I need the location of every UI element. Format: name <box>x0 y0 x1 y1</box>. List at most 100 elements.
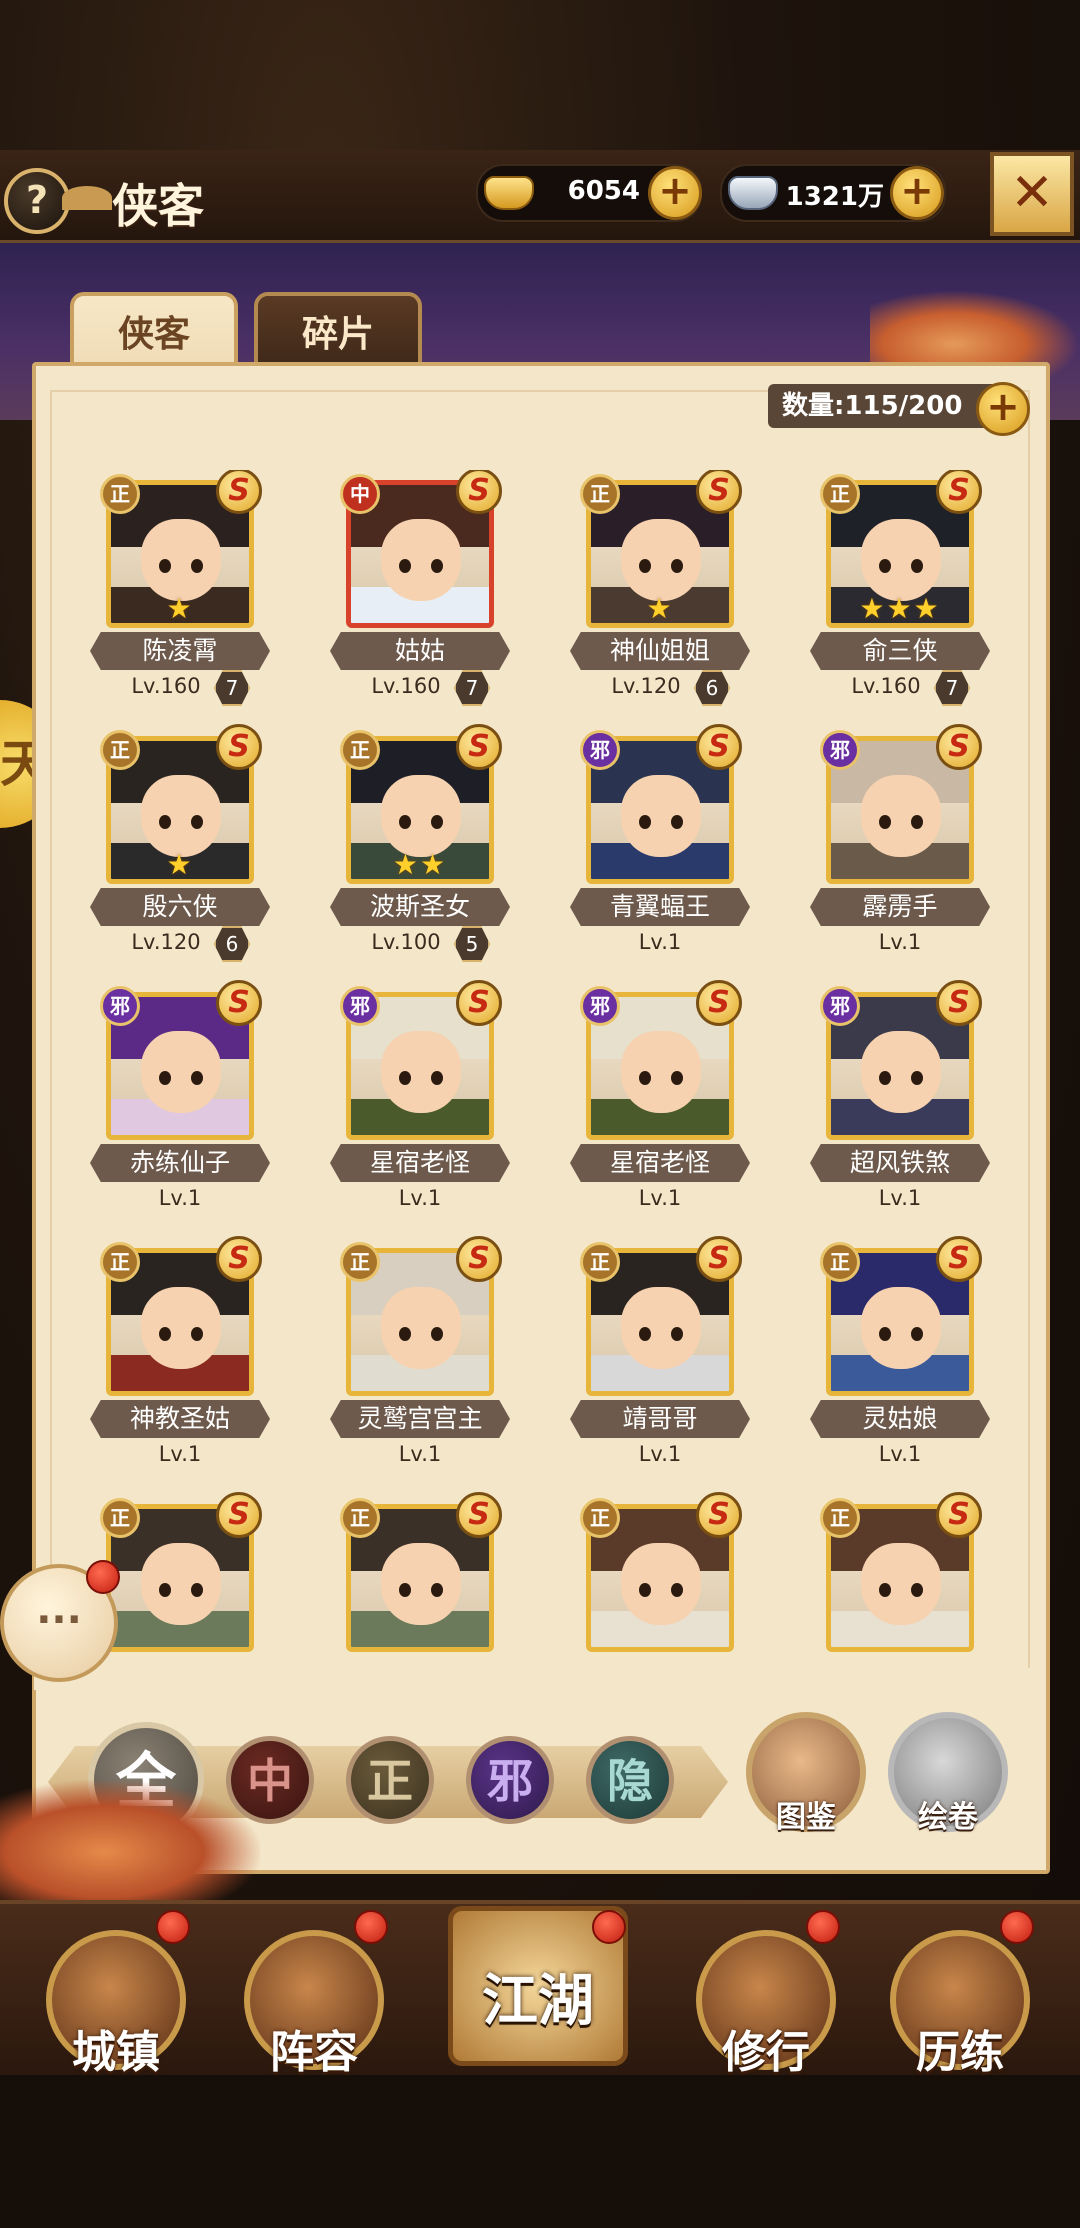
hero-eye <box>911 1583 923 1597</box>
hero-level: Lv.1 <box>878 930 922 954</box>
rank-s-icon: S <box>936 724 982 770</box>
hero-card[interactable]: 正 S 神教圣姑 Lv.1 <box>90 1236 270 1478</box>
hero-card[interactable]: 邪 S 霹雳手 Lv.1 <box>810 724 990 966</box>
nav-town-notification-dot <box>156 1910 190 1944</box>
hero-name: 霹雳手 <box>810 888 990 926</box>
hero-eye <box>671 1327 683 1341</box>
nav-training-notification-dot <box>806 1910 840 1944</box>
hero-card[interactable]: 正 S ★ 殷六侠 Lv.120 6 <box>90 724 270 966</box>
filter-righteous-button[interactable]: 正 <box>346 1736 434 1824</box>
add-gold-button[interactable]: + <box>648 166 702 220</box>
hero-eye <box>399 1327 411 1341</box>
hero-face <box>141 519 221 601</box>
hero-card[interactable]: 邪 S 星宿老怪 Lv.1 <box>570 980 750 1222</box>
hero-name: 灵姑娘 <box>810 1400 990 1438</box>
hero-face <box>621 1287 701 1369</box>
hero-eye <box>431 1071 443 1085</box>
hero-card[interactable]: 正 S 灵姑娘 Lv.1 <box>810 1236 990 1478</box>
hero-eye <box>911 1327 923 1341</box>
expand-capacity-button[interactable]: + <box>976 382 1030 436</box>
hero-eye <box>911 1071 923 1085</box>
faction-badge: 正 <box>580 1242 620 1282</box>
tab-fragments[interactable]: 碎片 <box>254 292 422 372</box>
hero-eye <box>879 559 891 573</box>
star-rating-icon: ★★ <box>392 848 448 881</box>
hero-eye <box>191 1583 203 1597</box>
rank-s-icon: S <box>216 724 262 770</box>
hero-card[interactable]: 正 S 灵鹫宫宫主 Lv.1 <box>330 1236 510 1478</box>
faction-badge: 邪 <box>340 986 380 1026</box>
rank-s-icon: S <box>696 1492 742 1538</box>
close-button[interactable]: ✕ <box>990 152 1074 236</box>
rank-s-icon: S <box>216 470 262 514</box>
hero-face <box>621 519 701 601</box>
hero-eye <box>431 815 443 829</box>
hero-eye <box>671 815 683 829</box>
hero-card[interactable]: 正 S ★★ 波斯圣女 Lv.100 5 <box>330 724 510 966</box>
faction-badge: 中 <box>340 474 380 514</box>
hero-face <box>381 1031 461 1113</box>
hero-eye <box>879 815 891 829</box>
game-screen: ? 侠客 6054 + 1321万 + ✕ 天 侠客 碎片 数量:115/200… <box>0 0 1080 2228</box>
hero-face <box>381 1543 461 1625</box>
nav-training-label: 修行 <box>722 2027 810 2078</box>
scroll-label: 绘卷 <box>918 1800 978 1835</box>
faction-badge: 正 <box>340 1498 380 1538</box>
hero-card[interactable]: 正S <box>330 1492 510 1670</box>
hero-card[interactable]: 正 S ★★★ 俞三侠 Lv.160 7 <box>810 470 990 710</box>
hero-name: 神教圣姑 <box>90 1400 270 1438</box>
star-rating-icon: ★ <box>166 592 194 625</box>
nav-jianghu-notification-dot <box>592 1910 626 1944</box>
hero-eye <box>639 1327 651 1341</box>
hero-eye <box>191 559 203 573</box>
faction-badge: 正 <box>820 474 860 514</box>
silver-value: 1321万 <box>785 182 884 212</box>
silver-ingot-icon <box>728 176 778 210</box>
filter-evil-button[interactable]: 邪 <box>466 1736 554 1824</box>
rank-s-icon: S <box>216 1492 262 1538</box>
hero-card[interactable]: 正 S ★ 陈凌霄 Lv.160 7 <box>90 470 270 710</box>
hero-card[interactable]: 正 S ★ 神仙姐姐 Lv.120 6 <box>570 470 750 710</box>
faction-badge: 正 <box>100 1242 140 1282</box>
hero-eye <box>159 559 171 573</box>
hero-name: 神仙姐姐 <box>570 632 750 670</box>
hero-card[interactable]: 中 S 姑姑 Lv.160 7 <box>330 470 510 710</box>
rank-s-icon: S <box>696 1236 742 1282</box>
hero-eye <box>911 559 923 573</box>
hero-eye <box>191 1071 203 1085</box>
hero-eye <box>639 559 651 573</box>
hero-name: 殷六侠 <box>90 888 270 926</box>
hero-card[interactable]: 正S <box>90 1492 270 1670</box>
hero-level: Lv.1 <box>158 1442 202 1466</box>
faction-badge: 正 <box>100 730 140 770</box>
hero-card[interactable]: 邪 S 超风铁煞 Lv.1 <box>810 980 990 1222</box>
cloud-decoration-icon <box>62 186 112 210</box>
filter-hidden-button[interactable]: 隐 <box>586 1736 674 1824</box>
hero-face <box>621 1543 701 1625</box>
faction-badge: 正 <box>580 1498 620 1538</box>
hero-name: 陈凌霄 <box>90 632 270 670</box>
bottom-letterbox <box>0 2075 1080 2228</box>
faction-badge: 正 <box>820 1498 860 1538</box>
star-rating-icon: ★ <box>646 592 674 625</box>
hero-card[interactable]: 正S <box>810 1492 990 1670</box>
hero-name: 俞三侠 <box>810 632 990 670</box>
hero-card[interactable]: 邪 S 星宿老怪 Lv.1 <box>330 980 510 1222</box>
hero-name: 波斯圣女 <box>330 888 510 926</box>
help-button[interactable]: ? <box>4 168 70 234</box>
hero-eye <box>399 815 411 829</box>
add-silver-button[interactable]: + <box>890 166 944 220</box>
tab-heroes[interactable]: 侠客 <box>70 292 238 372</box>
hero-card[interactable]: 正S <box>570 1492 750 1670</box>
faction-badge: 正 <box>820 1242 860 1282</box>
rank-s-icon: S <box>696 980 742 1026</box>
hero-card[interactable]: 邪 S 青翼蝠王 Lv.1 <box>570 724 750 966</box>
hero-level: Lv.1 <box>878 1186 922 1210</box>
hero-card[interactable]: 正 S 靖哥哥 Lv.1 <box>570 1236 750 1478</box>
hero-eye <box>639 1583 651 1597</box>
hero-eye <box>399 559 411 573</box>
hero-face <box>621 775 701 857</box>
hero-face <box>861 775 941 857</box>
hero-card[interactable]: 邪 S 赤练仙子 Lv.1 <box>90 980 270 1222</box>
hero-face <box>621 1031 701 1113</box>
